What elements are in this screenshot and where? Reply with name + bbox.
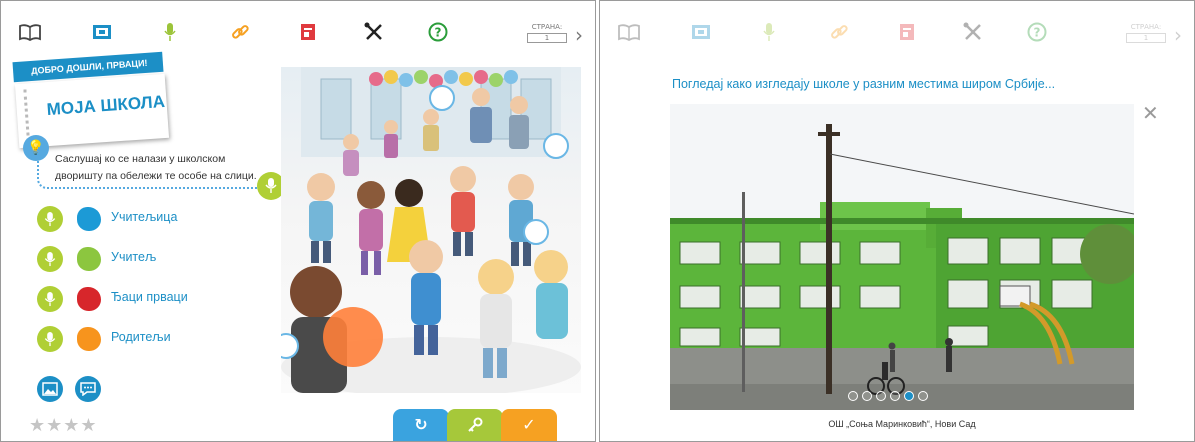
- film-icon[interactable]: [91, 21, 113, 43]
- top-toolbar-dimmed: ? СТРАНА: 1 ›: [600, 9, 1194, 49]
- help-icon[interactable]: ?: [1026, 21, 1048, 43]
- carousel-dot[interactable]: [918, 391, 928, 401]
- document-icon[interactable]: [297, 21, 319, 43]
- microphone-icon: [44, 292, 56, 307]
- legend-label: Учитељица: [111, 210, 178, 224]
- audio-button[interactable]: [37, 246, 63, 272]
- gallery-button[interactable]: [37, 376, 63, 402]
- carousel-dot[interactable]: [876, 391, 886, 401]
- instruction-text: Саслушај ко се налази у школском дворишт…: [55, 153, 257, 182]
- top-toolbar: ? СТРАНА: 1 ›: [1, 9, 595, 49]
- gallery-screen: ? СТРАНА: 1 › Погледај како изгледају шк…: [599, 0, 1195, 442]
- speech-bubble-icon: [80, 382, 96, 397]
- next-page-icon[interactable]: ›: [575, 23, 583, 47]
- page-indicator: СТРАНА: 1: [1126, 23, 1166, 43]
- image-icon: [42, 382, 58, 396]
- page-indicator: СТРАНА: 1: [527, 23, 567, 43]
- help-icon[interactable]: ?: [427, 21, 449, 43]
- link-icon[interactable]: [828, 21, 850, 43]
- legend-label: Учитељ: [111, 250, 157, 264]
- legend-item-parents[interactable]: Родитељи: [37, 326, 237, 352]
- color-swatch-red[interactable]: [77, 287, 101, 311]
- hotspot[interactable]: [429, 85, 455, 111]
- audio-button[interactable]: [37, 286, 63, 312]
- svg-text:?: ?: [1034, 26, 1041, 40]
- audio-button[interactable]: [37, 326, 63, 352]
- microphone-icon[interactable]: [159, 21, 181, 43]
- audio-button[interactable]: [37, 206, 63, 232]
- legend-item-first-graders[interactable]: Ђаци прваци: [37, 286, 237, 312]
- svg-text:?: ?: [435, 26, 442, 40]
- title-banner: МОЈА ШКОЛА ДОБРО ДОШЛИ, ПРВАЦИ!: [12, 51, 171, 149]
- microphone-icon: [265, 178, 277, 193]
- carousel-dot-active[interactable]: [904, 391, 914, 401]
- microphone-icon: [44, 252, 56, 267]
- tools-icon[interactable]: [363, 21, 385, 43]
- book-icon[interactable]: [618, 21, 640, 43]
- rating-stars: ★★★★: [29, 415, 98, 436]
- carousel-dot[interactable]: [862, 391, 872, 401]
- page-label: СТРАНА:: [1130, 23, 1162, 31]
- school-photo-image: [670, 104, 1134, 410]
- color-swatch-green[interactable]: [77, 247, 101, 271]
- photo-caption: ОШ „Соња Маринковић“, Нови Сад: [828, 419, 976, 429]
- check-button[interactable]: ✓: [501, 409, 557, 441]
- page-label: СТРАНА:: [531, 23, 563, 31]
- legend-item-teacher-male[interactable]: Учитељ: [37, 246, 237, 272]
- color-swatch-blue[interactable]: [77, 207, 101, 231]
- film-icon[interactable]: [690, 21, 712, 43]
- bottom-bar: ★★★★ ↻ ✓: [1, 405, 595, 441]
- microphone-icon[interactable]: [758, 21, 780, 43]
- carousel-indicator: [848, 391, 928, 403]
- next-page-icon[interactable]: ›: [1174, 23, 1182, 47]
- page-number-field[interactable]: 1: [1126, 33, 1166, 43]
- reset-button[interactable]: ↻: [393, 409, 449, 441]
- legend-label: Родитељи: [111, 330, 171, 344]
- hotspot[interactable]: [543, 133, 569, 159]
- carousel-dot[interactable]: [848, 391, 858, 401]
- tools-icon[interactable]: [962, 21, 984, 43]
- page-title: МОЈА ШКОЛА: [46, 91, 166, 120]
- color-swatch-orange[interactable]: [77, 327, 101, 351]
- refresh-icon: ↻: [414, 415, 428, 434]
- legend-label: Ђаци прваци: [111, 290, 188, 304]
- comments-button[interactable]: [75, 376, 101, 402]
- school-photo: [670, 104, 1134, 410]
- key-icon: [468, 417, 483, 432]
- book-icon[interactable]: [19, 21, 41, 43]
- hotspot[interactable]: [523, 219, 549, 245]
- schoolyard-illustration: [281, 67, 581, 393]
- document-icon[interactable]: [896, 21, 918, 43]
- microphone-icon: [44, 332, 56, 347]
- activity-screen: ? СТРАНА: 1 › МОЈА ШКОЛА ДОБРО ДОШЛИ, ПР…: [0, 0, 596, 442]
- gallery-caption: Погледај како изгледају школе у разним м…: [672, 77, 1056, 91]
- legend-item-teacher-female[interactable]: Учитељица: [37, 206, 237, 232]
- carousel-dot[interactable]: [890, 391, 900, 401]
- close-icon[interactable]: ✕: [1142, 101, 1159, 125]
- checkmark-icon: ✓: [522, 415, 536, 434]
- hint-button[interactable]: [447, 409, 503, 441]
- microphone-icon: [44, 212, 56, 227]
- link-icon[interactable]: [229, 21, 251, 43]
- binder-holes: [23, 89, 33, 142]
- page-number-field[interactable]: 1: [527, 33, 567, 43]
